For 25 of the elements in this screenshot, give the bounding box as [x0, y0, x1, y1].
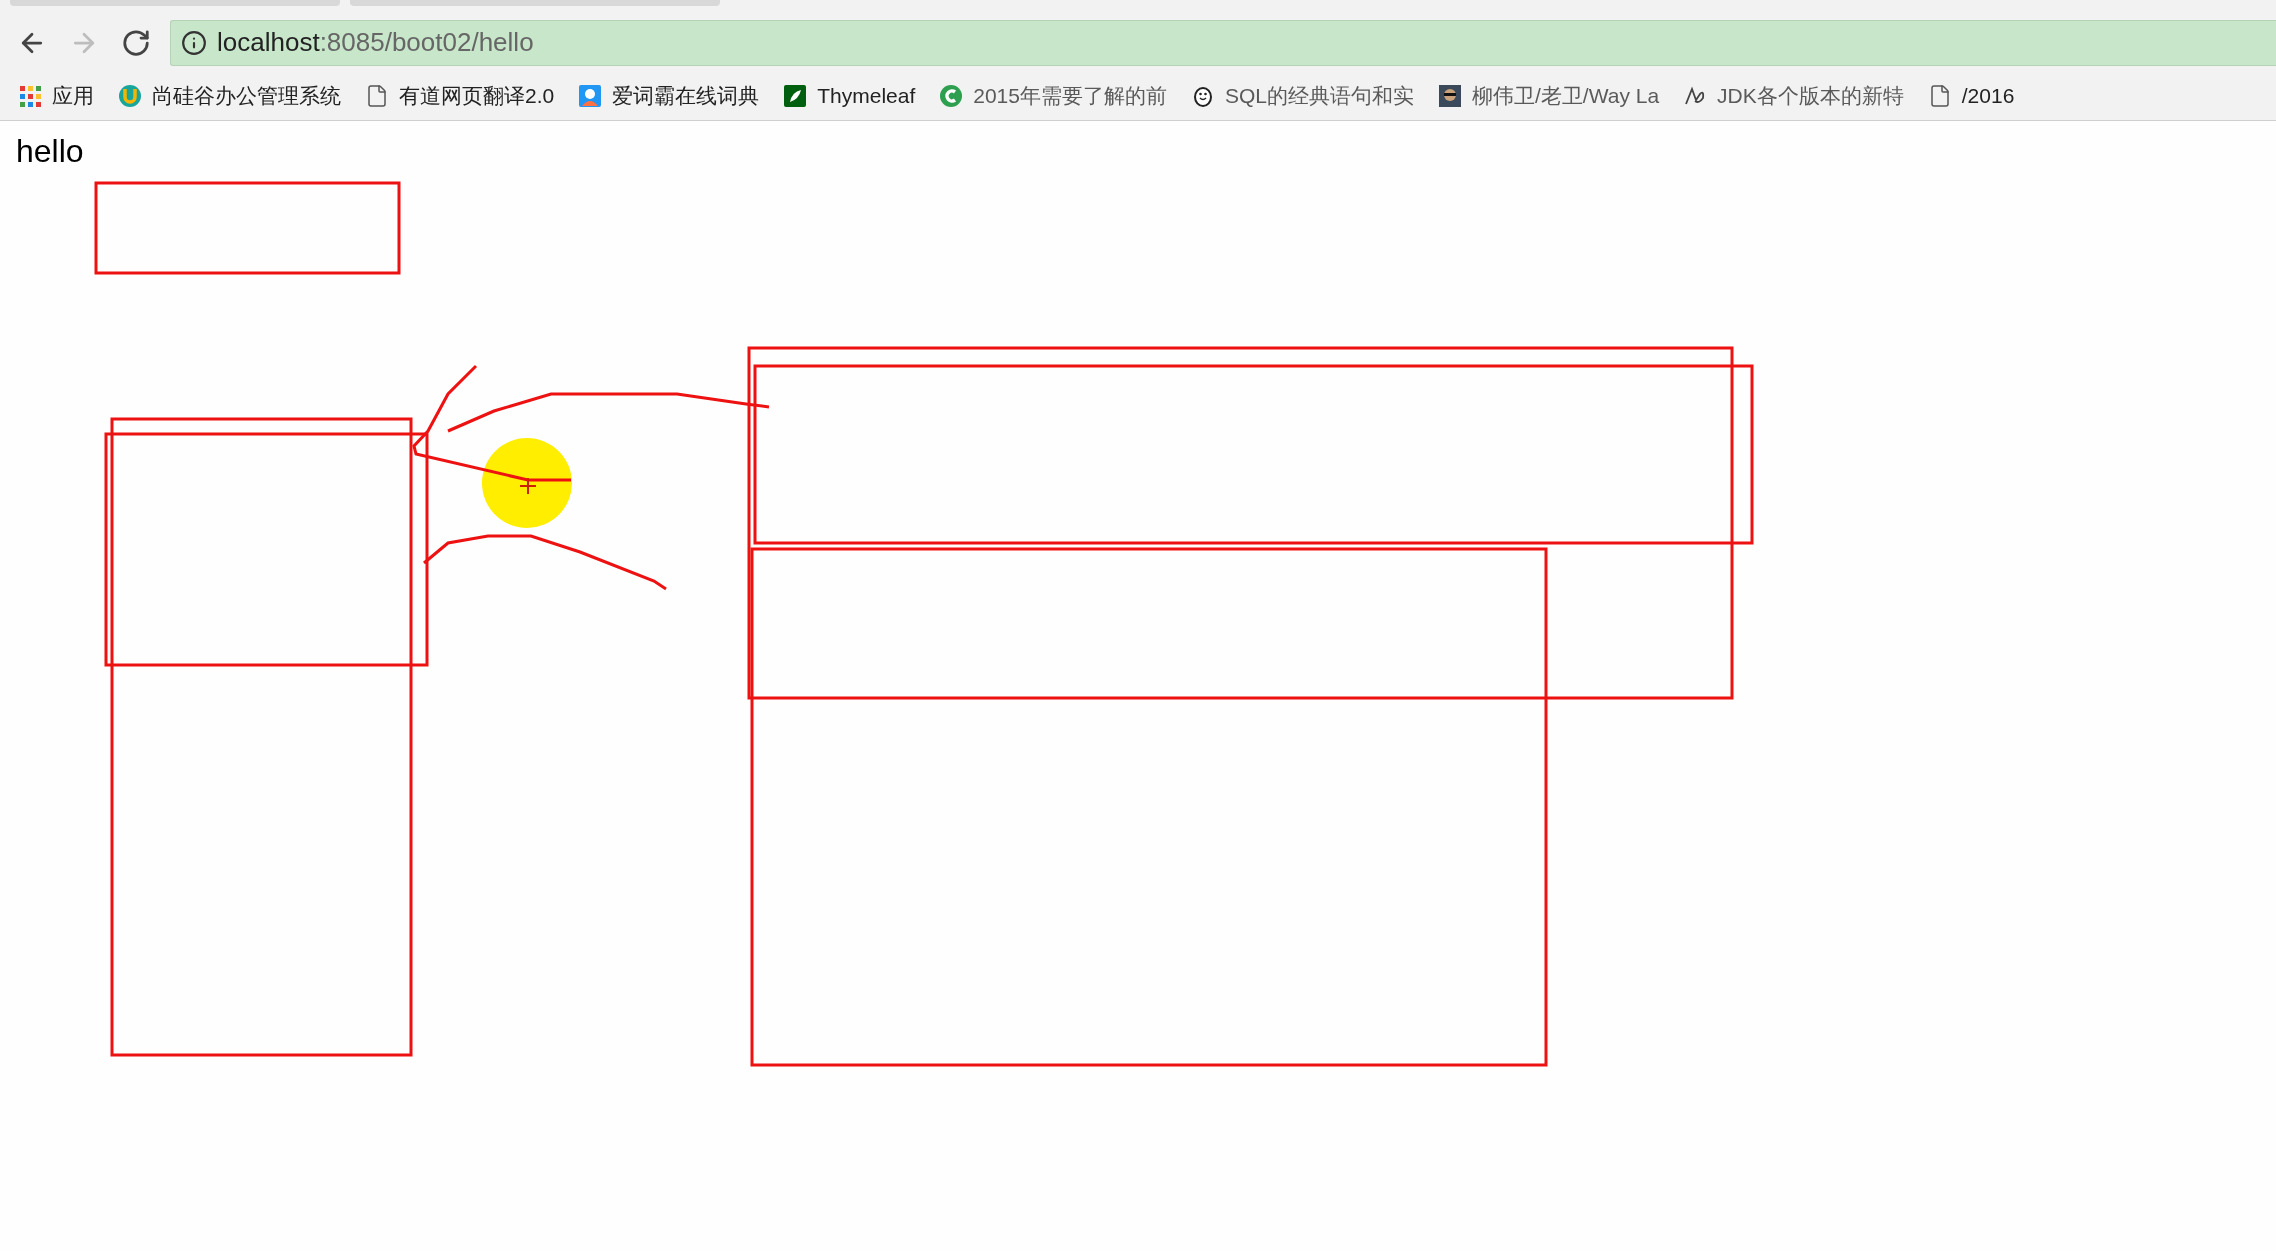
apps-grid-icon [18, 84, 42, 108]
bookmark-item[interactable]: 柳伟卫/老卫/Way La [1438, 80, 1660, 112]
bookmark-item[interactable]: JDK各个版本的新特 [1683, 80, 1904, 112]
bookmark-item[interactable]: SQL的经典语句和实 [1190, 80, 1414, 112]
bookmark-item[interactable]: 尚硅谷办公管理系统 [118, 80, 341, 112]
bookmark-item[interactable]: 应用 [18, 80, 94, 112]
browser-tab[interactable] [10, 0, 340, 6]
page-heading: hello [15, 132, 84, 171]
avatar-icon [1438, 84, 1462, 108]
letter-c-logo-icon [939, 84, 964, 108]
url-text: localhost:8085/boot02/hello [217, 26, 534, 59]
reload-icon [121, 27, 151, 58]
bookmark-item[interactable]: Thymeleaf [783, 80, 916, 112]
bookmark-item[interactable]: 有道网页翻译2.0 [365, 80, 555, 112]
document-icon [365, 84, 389, 108]
leaf-icon [783, 84, 808, 108]
bookmark-item[interactable]: 爱词霸在线词典 [578, 80, 760, 112]
address-bar[interactable]: localhost:8085/boot02/hello [170, 19, 2276, 66]
bookmark-item[interactable]: 2015年需要了解的前 [939, 80, 1167, 112]
crosshair-icon [519, 477, 537, 495]
person-card-icon [578, 84, 603, 108]
bookmark-item[interactable]: /2016 [1927, 80, 2015, 112]
letter-u-logo-icon [118, 84, 142, 108]
browser-tab[interactable] [350, 0, 720, 6]
info-icon [181, 29, 207, 56]
